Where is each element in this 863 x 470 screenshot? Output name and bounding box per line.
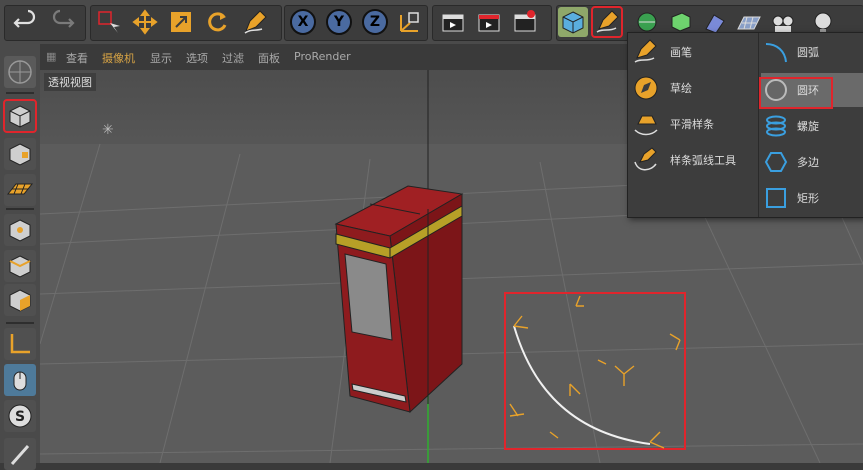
polygons-mode-button[interactable] bbox=[4, 284, 36, 316]
flyout-item-smooth-spline[interactable]: 平滑样条 bbox=[630, 107, 754, 141]
flyout-item-pen[interactable]: 画笔 bbox=[630, 35, 754, 69]
red-cabinet-object[interactable] bbox=[334, 185, 464, 414]
y-axis-lock-button[interactable]: Y bbox=[326, 9, 352, 35]
brush-icon bbox=[10, 445, 30, 465]
make-editable-button[interactable] bbox=[4, 56, 36, 88]
pen-icon bbox=[596, 10, 619, 33]
render-view-button[interactable] bbox=[438, 7, 468, 37]
flyout-left-column: 画笔 草绘 平滑样条 样条弧线工具 bbox=[628, 33, 754, 217]
rotate-tool-button[interactable] bbox=[202, 7, 232, 37]
axis-icon bbox=[10, 334, 30, 354]
pen-icon bbox=[630, 36, 662, 68]
flyout-item-rectangle[interactable]: 矩形 bbox=[761, 181, 863, 215]
flyout-item-arc[interactable]: 圆弧 bbox=[761, 35, 863, 69]
x-axis-lock-button[interactable]: X bbox=[290, 9, 316, 35]
cube-button[interactable] bbox=[558, 7, 588, 37]
texture-mode-button[interactable] bbox=[4, 138, 36, 170]
undo-icon bbox=[13, 9, 36, 28]
flyout-label: 平滑样条 bbox=[670, 118, 714, 131]
coordinate-system-button[interactable] bbox=[394, 7, 424, 37]
redo-button[interactable] bbox=[48, 7, 78, 37]
origin-marker-icon: ✳ bbox=[102, 122, 114, 138]
menu-cameras[interactable]: 摄像机 bbox=[102, 50, 135, 66]
enable-axis-button[interactable] bbox=[4, 328, 36, 360]
flyout-item-sketch[interactable]: 草绘 bbox=[630, 71, 754, 105]
mode-sidebar: S bbox=[0, 44, 41, 470]
spline-arc-tool-icon bbox=[630, 144, 662, 176]
cube-icon bbox=[562, 11, 584, 34]
select-tool-button[interactable] bbox=[94, 7, 124, 37]
flyout-item-helix[interactable]: 螺旋 bbox=[761, 109, 863, 143]
flyout-item-polygon[interactable]: 多边 bbox=[761, 145, 863, 179]
flyout-right-column: 圆弧 圆环 螺旋 多边 矩形 bbox=[758, 33, 863, 217]
spline-flyout-menu: 画笔 草绘 平滑样条 样条弧线工具 圆弧 圆环 螺旋 多边 矩形 bbox=[627, 32, 863, 218]
menu-view[interactable]: 查看 bbox=[66, 50, 88, 66]
z-axis-lock-button[interactable]: Z bbox=[362, 9, 388, 35]
menu-prorender[interactable]: ProRender bbox=[294, 50, 351, 63]
scale-tool-button[interactable] bbox=[166, 7, 196, 37]
polygon-icon bbox=[761, 147, 791, 177]
pen-icon bbox=[244, 10, 267, 34]
rotate-icon bbox=[208, 12, 227, 32]
world-coordinates-icon bbox=[400, 12, 419, 32]
sculpt-button[interactable] bbox=[4, 438, 36, 470]
undo-button[interactable] bbox=[10, 7, 40, 37]
circle-highlight-box bbox=[759, 77, 833, 109]
redo-icon bbox=[52, 9, 75, 28]
move-tool-button[interactable] bbox=[130, 7, 160, 37]
menu-panel[interactable]: 面板 bbox=[258, 50, 280, 66]
flyout-label: 多边 bbox=[797, 156, 819, 169]
flyout-label: 圆弧 bbox=[797, 46, 819, 59]
viewport-title: 透视视图 bbox=[44, 73, 96, 91]
model-mode-button[interactable] bbox=[3, 99, 37, 133]
live-selection-icon bbox=[98, 11, 120, 33]
helix-icon bbox=[761, 111, 791, 141]
sketch-icon bbox=[630, 72, 662, 104]
points-mode-icon bbox=[9, 219, 31, 242]
points-mode-button[interactable] bbox=[4, 214, 36, 246]
rectangle-icon bbox=[761, 183, 791, 213]
flyout-label: 样条弧线工具 bbox=[670, 154, 736, 167]
make-editable-icon bbox=[8, 60, 32, 84]
clapboard-render-icon bbox=[478, 14, 500, 32]
flyout-label: 螺旋 bbox=[797, 120, 819, 133]
arc-icon bbox=[761, 37, 791, 67]
clapboard-icon bbox=[442, 14, 464, 32]
clapboard-settings-icon bbox=[514, 10, 536, 32]
mouse-icon bbox=[13, 371, 27, 391]
model-cube-icon bbox=[9, 105, 31, 128]
flyout-label: 画笔 bbox=[670, 46, 692, 59]
menu-display[interactable]: 显示 bbox=[150, 50, 172, 66]
menu-options[interactable]: 选项 bbox=[186, 50, 208, 66]
smooth-spline-icon bbox=[630, 108, 662, 140]
render-picture-viewer-button[interactable] bbox=[474, 7, 504, 37]
menu-filter[interactable]: 过滤 bbox=[222, 50, 244, 66]
tweak-mode-button[interactable] bbox=[4, 364, 36, 396]
workplane-icon bbox=[6, 183, 34, 195]
menu-grip-icon: ▦ bbox=[46, 50, 57, 63]
edges-mode-icon bbox=[9, 255, 31, 278]
snap-icon: S bbox=[8, 404, 32, 428]
svg-text:S: S bbox=[15, 409, 25, 425]
polygons-mode-icon bbox=[9, 289, 31, 312]
flyout-label: 矩形 bbox=[797, 192, 819, 205]
snap-button[interactable]: S bbox=[4, 400, 36, 432]
flyout-label: 草绘 bbox=[670, 82, 692, 95]
spline-pen-button[interactable] bbox=[591, 6, 623, 38]
texture-cube-icon bbox=[9, 143, 31, 166]
workplane-mode-button[interactable] bbox=[4, 174, 36, 206]
recent-tool-button[interactable] bbox=[240, 7, 270, 37]
edges-mode-button[interactable] bbox=[4, 250, 36, 282]
scale-icon bbox=[171, 12, 191, 32]
move-icon bbox=[132, 9, 158, 35]
flyout-item-spline-arc-tool[interactable]: 样条弧线工具 bbox=[630, 143, 754, 177]
render-settings-button[interactable] bbox=[510, 7, 540, 37]
